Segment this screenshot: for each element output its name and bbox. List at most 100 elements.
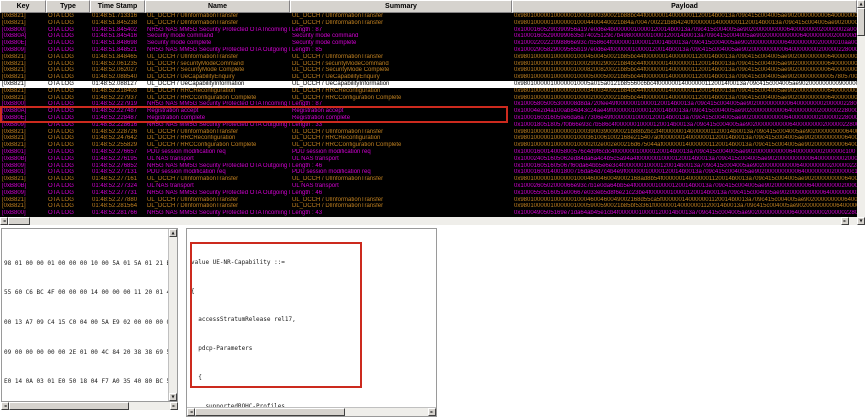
cell-payload: 0x980100000100000010000200020021b85bc44f…	[514, 94, 857, 101]
log-row[interactable]: [0xB809] OTA LOG 01:48:52.276852 NR5G NA…	[0, 163, 857, 170]
cell-payload: 0x980100000100000010005a015a0121b85560c6…	[514, 80, 857, 87]
log-row[interactable]: [0xB80A] OTA LOG 01:48:51.845416 Securit…	[0, 33, 857, 40]
cell-timestamp: 01:48:52.277131	[92, 169, 138, 176]
decoded-message-panel[interactable]: value UE-NR-Capability ::= { accessStrat…	[186, 228, 437, 417]
decode-hscroll-thumb[interactable]	[195, 408, 345, 416]
decode-horizontal-scrollbar[interactable]: ◄ ►	[187, 407, 436, 416]
cell-timestamp: 01:48:51.845402	[92, 26, 138, 33]
cell-summary: DL_DCCH / UeCapabilityEnquiry	[292, 74, 380, 81]
table-scroll-right-button[interactable]: ►	[841, 217, 849, 225]
decode-scroll-left-button[interactable]: ◄	[187, 408, 195, 416]
cell-name: DL_DCCH / UeCapabilityEnquiry	[147, 74, 235, 81]
log-row[interactable]: [0xB800] OTA LOG 01:48:52.227919 NR5G NA…	[0, 101, 857, 108]
cell-summary: Length : 46	[292, 189, 323, 196]
log-row[interactable]: [0xB80E] OTA LOG 01:48:52.228487 Registr…	[0, 115, 857, 122]
hex-hscroll-thumb[interactable]	[9, 402, 129, 410]
column-header[interactable]: Name	[145, 0, 290, 13]
table-scroll-down-button[interactable]: ▼	[857, 217, 865, 225]
decode-line: {	[191, 374, 202, 382]
cell-payload: 0x1000160316059e6da6a77306e49f0000001000…	[514, 114, 857, 121]
log-row[interactable]: [0xB800] OTA LOG 01:48:52.281766 NR5G NA…	[0, 210, 857, 217]
hex-dump-panel[interactable]: 98 01 00 00 01 00 00 00 10 00 5A 01 5A 0…	[1, 228, 178, 402]
log-row[interactable]: [0xB821] OTA LOG 01:48:52.255829 UL_DCCH…	[0, 142, 857, 149]
log-row[interactable]: [0xB821] OTA LOG 01:48:52.227937 UL_DCCH…	[0, 95, 857, 102]
log-row[interactable]: [0xB821] OTA LOG 01:48:51.845238 DL_DCCH…	[0, 20, 857, 27]
table-vertical-scrollbar[interactable]: ▲	[857, 0, 865, 217]
hex-scroll-down-button[interactable]: ▼	[169, 393, 177, 401]
hex-scroll-left-button[interactable]: ◄	[1, 402, 9, 410]
hex-line: 55 60 C6 BC 4F 00 00 00 14 00 00 00 11 2…	[4, 289, 168, 297]
table-horizontal-scrollbar[interactable]: ◄ ►	[0, 217, 857, 225]
log-row[interactable]: [0xB821] OTA LOG 01:48:52.281564 DL_DCCH…	[0, 203, 857, 210]
log-row[interactable]: [0xB821] OTA LOG 01:48:52.062027 UL_DCCH…	[0, 67, 857, 74]
cell-key: [0xB80A]	[2, 33, 27, 40]
decode-scroll-right-button[interactable]: ►	[428, 408, 436, 416]
cell-summary: DL_DCCH / securityModeCommand	[292, 60, 389, 67]
log-row[interactable]: [0xB821] OTA LOG 01:48:52.061235 DL_DCCH…	[0, 61, 857, 68]
column-header[interactable]: Payload	[512, 0, 857, 13]
cell-timestamp: 01:48:52.228487	[92, 114, 138, 121]
column-header[interactable]: Type	[46, 0, 90, 13]
log-row[interactable]: [0xB821] OTA LOG 01:48:52.228726 UL_DCCH…	[0, 129, 857, 136]
log-row[interactable]: [0xB821] OTA LOG 01:48:51.713316 UL_DCCH…	[0, 13, 857, 20]
cell-summary: PDU session modification req	[292, 148, 371, 155]
cell-payload: 0x10001605290390956a197e0d6e4b0000001000…	[514, 26, 857, 33]
hex-vertical-scrollbar[interactable]: ▲ ▼	[168, 229, 177, 401]
log-row[interactable]: [0xB809] OTA LOG 01:48:51.848521 NR5G NA…	[0, 47, 857, 54]
log-row[interactable]: [0xB821] OTA LOG 01:48:52.277161 UL_DCCH…	[0, 176, 857, 183]
cell-key: [0xB821]	[2, 87, 26, 94]
cell-key: [0xB800]	[2, 26, 26, 33]
column-header[interactable]: Summary	[290, 0, 512, 13]
log-row[interactable]: [0xB821] OTA LOG 01:48:52.247642 DL_DCCH…	[0, 135, 857, 142]
cell-summary: Security mode complete	[292, 40, 357, 47]
hex-scroll-up-button[interactable]: ▲	[169, 229, 177, 237]
cell-key: [0xB800]	[2, 210, 26, 217]
log-row[interactable]: [0xB801] OTA LOG 01:48:52.276657 PDU ses…	[0, 149, 857, 156]
log-row[interactable]: [0xB821] OTA LOG 01:48:51.848465 UL_DCCH…	[0, 54, 857, 61]
cell-name: NR5G NAS MM5G Security Protected OTA Out…	[147, 46, 290, 53]
hex-horizontal-scrollbar[interactable]: ◄ ►	[1, 402, 178, 410]
cell-key: [0xB821]	[2, 203, 26, 210]
log-row[interactable]: [0xB80B] OTA LOG 01:48:52.277324 UL NAS …	[0, 183, 857, 190]
cell-type: OTA LOG	[48, 169, 74, 176]
cell-payload: 0x980100000100000010005900590021b85bf533…	[514, 203, 857, 210]
cell-summary: UL_DCCH / RRCConfiguration Complete	[292, 142, 402, 149]
log-row[interactable]: [0xB80B] OTA LOG 01:48:52.276195 UL NAS …	[0, 156, 857, 163]
column-header[interactable]: Time Stamp	[90, 0, 145, 13]
log-row[interactable]: [0xB801] OTA LOG 01:48:52.277131 PDU ses…	[0, 169, 857, 176]
log-row[interactable]: [0xB821] OTA LOG 01:48:52.088127 UL_DCCH…	[0, 80, 857, 88]
hex-scroll-right-button[interactable]: ►	[170, 402, 178, 410]
cell-payload: 0x10004e2d4a100ab84d43c24ae49f0000001000…	[514, 108, 857, 115]
cell-timestamp: 01:48:52.228726	[92, 128, 138, 135]
table-hscroll-thumb[interactable]	[8, 217, 30, 225]
cell-timestamp: 01:48:52.277880	[92, 196, 138, 203]
log-row[interactable]: [0xB80A] OTA LOG 01:48:52.227487 Registr…	[0, 108, 857, 115]
cell-type: OTA LOG	[48, 26, 74, 33]
table-scroll-down-corner[interactable]: ▼	[857, 217, 865, 225]
cell-payload: 0x1000180518057f0b66e93c7b586c4f00000010…	[514, 121, 857, 128]
log-row[interactable]: [0xB80E] OTA LOG 01:48:51.848698 Securit…	[0, 40, 857, 47]
cell-summary: Length : 87	[292, 101, 323, 108]
log-row[interactable]: [0xB821] OTA LOG 01:48:52.218403 DL_DCCH…	[0, 88, 857, 95]
cell-key: [0xB821]	[2, 19, 26, 26]
column-header[interactable]: Key	[0, 0, 46, 13]
log-row[interactable]: [0xB821] OTA LOG 01:48:52.277880 UL_DCCH…	[0, 197, 857, 204]
cell-key: [0xB821]	[2, 176, 26, 183]
log-row[interactable]: [0xB821] OTA LOG 01:48:52.088540 DL_DCCH…	[0, 74, 857, 81]
log-row[interactable]: [0xB809] OTA LOG 01:48:52.228616 NR5G NA…	[0, 122, 857, 129]
table-scroll-left-button[interactable]: ◄	[0, 217, 8, 225]
cell-payload: 0x10002905829009565b197e0d6e4f0000001000…	[514, 46, 857, 53]
cell-payload: 0x1000490505169e71da64ab45e1cb4f00000010…	[514, 210, 857, 217]
cell-type: OTA LOG	[48, 196, 74, 203]
table-scroll-up-button[interactable]: ▲	[857, 0, 865, 8]
cell-name: NR5G NAS MM5G Security Protected OTA Out…	[147, 121, 290, 128]
log-row[interactable]: [0xB800] OTA LOG 01:48:51.845402 NR5G NA…	[0, 27, 857, 34]
cell-summary: UL_DCCH / SecurityMode Complete	[292, 67, 390, 74]
cell-key: [0xB809]	[2, 121, 26, 128]
log-row[interactable]: [0xB809] OTA LOG 01:48:52.277731 NR5G NA…	[0, 190, 857, 197]
cell-type: OTA LOG	[48, 60, 74, 67]
cell-summary: PDU session modification req	[292, 169, 371, 176]
cell-key: [0xB821]	[2, 142, 26, 149]
cell-name: UL_DCCH / SecurityMode Complete	[147, 67, 245, 74]
table-vscroll-thumb[interactable]	[857, 8, 865, 36]
